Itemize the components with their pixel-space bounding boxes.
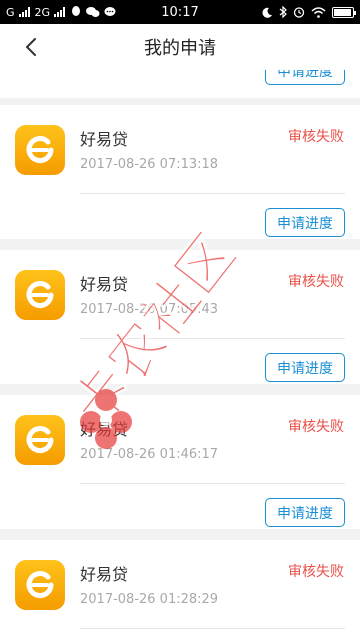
battery-level [334,8,351,16]
list-item-partial: 申请进度 [0,70,360,98]
status-right [262,6,356,18]
app-logo [15,560,65,610]
application-card: 好易贷 2017-08-26 01:28:29 审核失败 [0,540,360,640]
haoyidai-logo-icon [26,281,54,309]
app-logo [15,125,65,175]
qq-icon [72,6,81,16]
status-left: G 2G [6,6,116,19]
wechat-icon [86,7,100,17]
apply-time: 2017-08-26 07:13:18 [80,157,219,172]
app-name: 好易贷 [80,565,129,584]
progress-button[interactable]: 申请进度 [265,70,345,85]
bluetooth-icon [279,6,287,18]
divider [80,193,345,194]
app-logo [15,270,65,320]
back-button[interactable] [18,34,44,60]
apply-time: 2017-08-26 01:28:29 [80,592,219,607]
apply-time: 2017-08-26 01:46:17 [80,447,219,462]
app-name: 好易贷 [80,420,129,439]
app-logo [15,415,65,465]
apply-time: 2017-08-26 07:05:43 [80,302,219,317]
app-name: 好易贷 [80,275,129,294]
chevron-left-icon [25,38,36,56]
status-badge: 审核失败 [288,129,344,145]
divider [80,628,345,629]
status-bar: G 2G 10:17 [0,0,360,24]
signal-icon [18,7,30,17]
application-card: 好易贷 2017-08-26 01:46:17 审核失败 申请进度 [0,395,360,529]
haoyidai-logo-icon [26,571,54,599]
battery-icon [332,6,356,18]
page-title: 我的申请 [144,38,216,59]
progress-button[interactable]: 申请进度 [265,353,345,382]
divider [80,483,345,484]
nav-bar: 我的申请 [0,24,360,70]
signal-icon-2 [54,7,66,17]
status-badge: 审核失败 [288,419,344,435]
application-card: 好易贷 2017-08-26 07:05:43 审核失败 申请进度 [0,250,360,384]
alarm-icon [293,7,305,18]
divider [80,338,345,339]
progress-button[interactable]: 申请进度 [265,498,345,527]
application-card: 好易贷 2017-08-26 07:13:18 审核失败 申请进度 [0,105,360,239]
status-badge: 审核失败 [288,274,344,290]
progress-button[interactable]: 申请进度 [265,208,345,237]
haoyidai-logo-icon [26,136,54,164]
carrier-label: G [6,5,15,19]
status-badge: 审核失败 [288,564,344,580]
app-name: 好易贷 [80,130,129,149]
moon-icon [262,7,272,18]
network-label: 2G [34,5,51,19]
haoyidai-logo-icon [26,426,54,454]
wifi-icon [311,6,326,18]
message-icon [104,7,116,16]
